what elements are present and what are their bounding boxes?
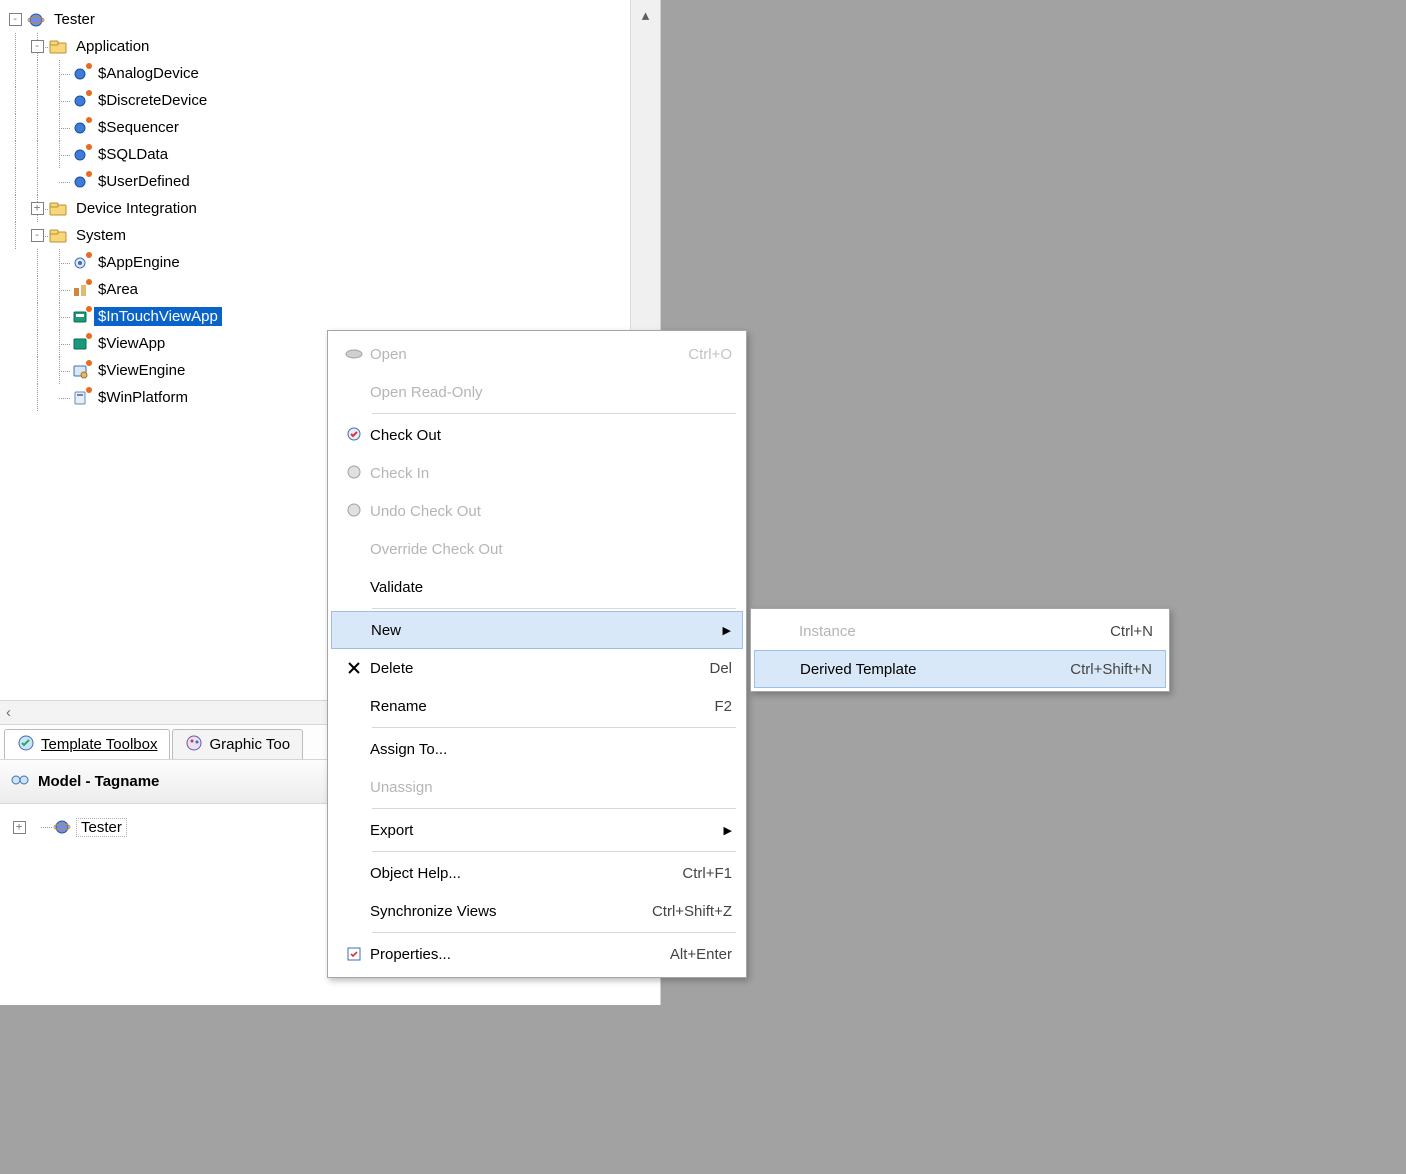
viewapp-icon <box>70 335 90 353</box>
tree-node-tester[interactable]: - Tester <box>4 6 626 33</box>
viewengine-icon <box>70 362 90 380</box>
ctx-open-readonly[interactable]: Open Read-Only <box>328 373 746 411</box>
scroll-up-icon[interactable]: ▴ <box>631 0 660 30</box>
ctx-assign-to[interactable]: Assign To... <box>328 730 746 768</box>
context-menu: Open Ctrl+O Open Read-Only Check Out Che… <box>327 330 747 978</box>
ctx-delete[interactable]: Delete Del <box>328 649 746 687</box>
check-out-icon <box>338 426 370 444</box>
left-arrow-icon: ‹ <box>6 704 11 721</box>
delete-icon <box>338 660 370 676</box>
properties-icon <box>338 946 370 962</box>
submenu-arrow-icon: ▶ <box>724 824 732 837</box>
tree-node-sequencer[interactable]: $Sequencer <box>4 114 626 141</box>
ctx-synchronize-views[interactable]: Synchronize Views Ctrl+Shift+Z <box>328 892 746 930</box>
ctx-new[interactable]: New ▶ <box>331 611 743 649</box>
object-icon <box>70 173 90 191</box>
ctx-check-in[interactable]: Check In <box>328 454 746 492</box>
object-icon <box>70 119 90 137</box>
ctx-object-help[interactable]: Object Help... Ctrl+F1 <box>328 854 746 892</box>
ctx-check-out[interactable]: Check Out <box>328 416 746 454</box>
tab-template-toolbox[interactable]: Template Toolbox <box>4 729 170 759</box>
intouch-icon <box>70 308 90 326</box>
galaxy-icon <box>52 818 72 836</box>
tree-node-sqldata[interactable]: $SQLData <box>4 141 626 168</box>
ctx-undo-check-out[interactable]: Undo Check Out <box>328 492 746 530</box>
engine-icon <box>70 254 90 272</box>
tree-node-device-integration[interactable]: + Device Integration <box>4 195 626 222</box>
ctx-rename[interactable]: Rename F2 <box>328 687 746 725</box>
link-icon <box>10 772 30 792</box>
folder-icon <box>48 38 68 56</box>
ctx-open[interactable]: Open Ctrl+O <box>328 335 746 373</box>
ctx-validate[interactable]: Validate <box>328 568 746 606</box>
ctx-override-check-out[interactable]: Override Check Out <box>328 530 746 568</box>
tree-node-intouchviewapp[interactable]: $InTouchViewApp <box>4 303 626 330</box>
palette-icon <box>185 734 203 756</box>
galaxy-icon <box>26 11 46 29</box>
tab-label: Template Toolbox <box>41 736 157 753</box>
check-in-icon <box>338 464 370 482</box>
tree-node-analogdevice[interactable]: $AnalogDevice <box>4 60 626 87</box>
tree-node-appengine[interactable]: $AppEngine <box>4 249 626 276</box>
tab-label: Graphic Too <box>209 736 290 753</box>
undo-icon <box>338 502 370 520</box>
area-icon <box>70 281 90 299</box>
sub-instance[interactable]: Instance Ctrl+N <box>751 612 1169 650</box>
object-icon <box>70 65 90 83</box>
tree-node-discretedevice[interactable]: $DiscreteDevice <box>4 87 626 114</box>
ctx-export[interactable]: Export ▶ <box>328 811 746 849</box>
object-icon <box>70 146 90 164</box>
ctx-unassign[interactable]: Unassign <box>328 768 746 806</box>
tree-node-userdefined[interactable]: $UserDefined <box>4 168 626 195</box>
ctx-properties[interactable]: Properties... Alt+Enter <box>328 935 746 973</box>
tab-graphic-toolbox[interactable]: Graphic Too <box>172 729 303 759</box>
submenu-arrow-icon: ▶ <box>723 624 731 637</box>
folder-icon <box>48 227 68 245</box>
panel-title: Model - Tagname <box>38 773 159 790</box>
tree-node-system[interactable]: - System <box>4 222 626 249</box>
tree-node-area[interactable]: $Area <box>4 276 626 303</box>
folder-icon <box>48 200 68 218</box>
globe-check-icon <box>17 734 35 756</box>
new-submenu: Instance Ctrl+N Derived Template Ctrl+Sh… <box>750 608 1170 692</box>
platform-icon <box>70 389 90 407</box>
sub-derived-template[interactable]: Derived Template Ctrl+Shift+N <box>754 650 1166 688</box>
open-icon <box>338 345 370 363</box>
object-icon <box>70 92 90 110</box>
tree-node-application[interactable]: - Application <box>4 33 626 60</box>
